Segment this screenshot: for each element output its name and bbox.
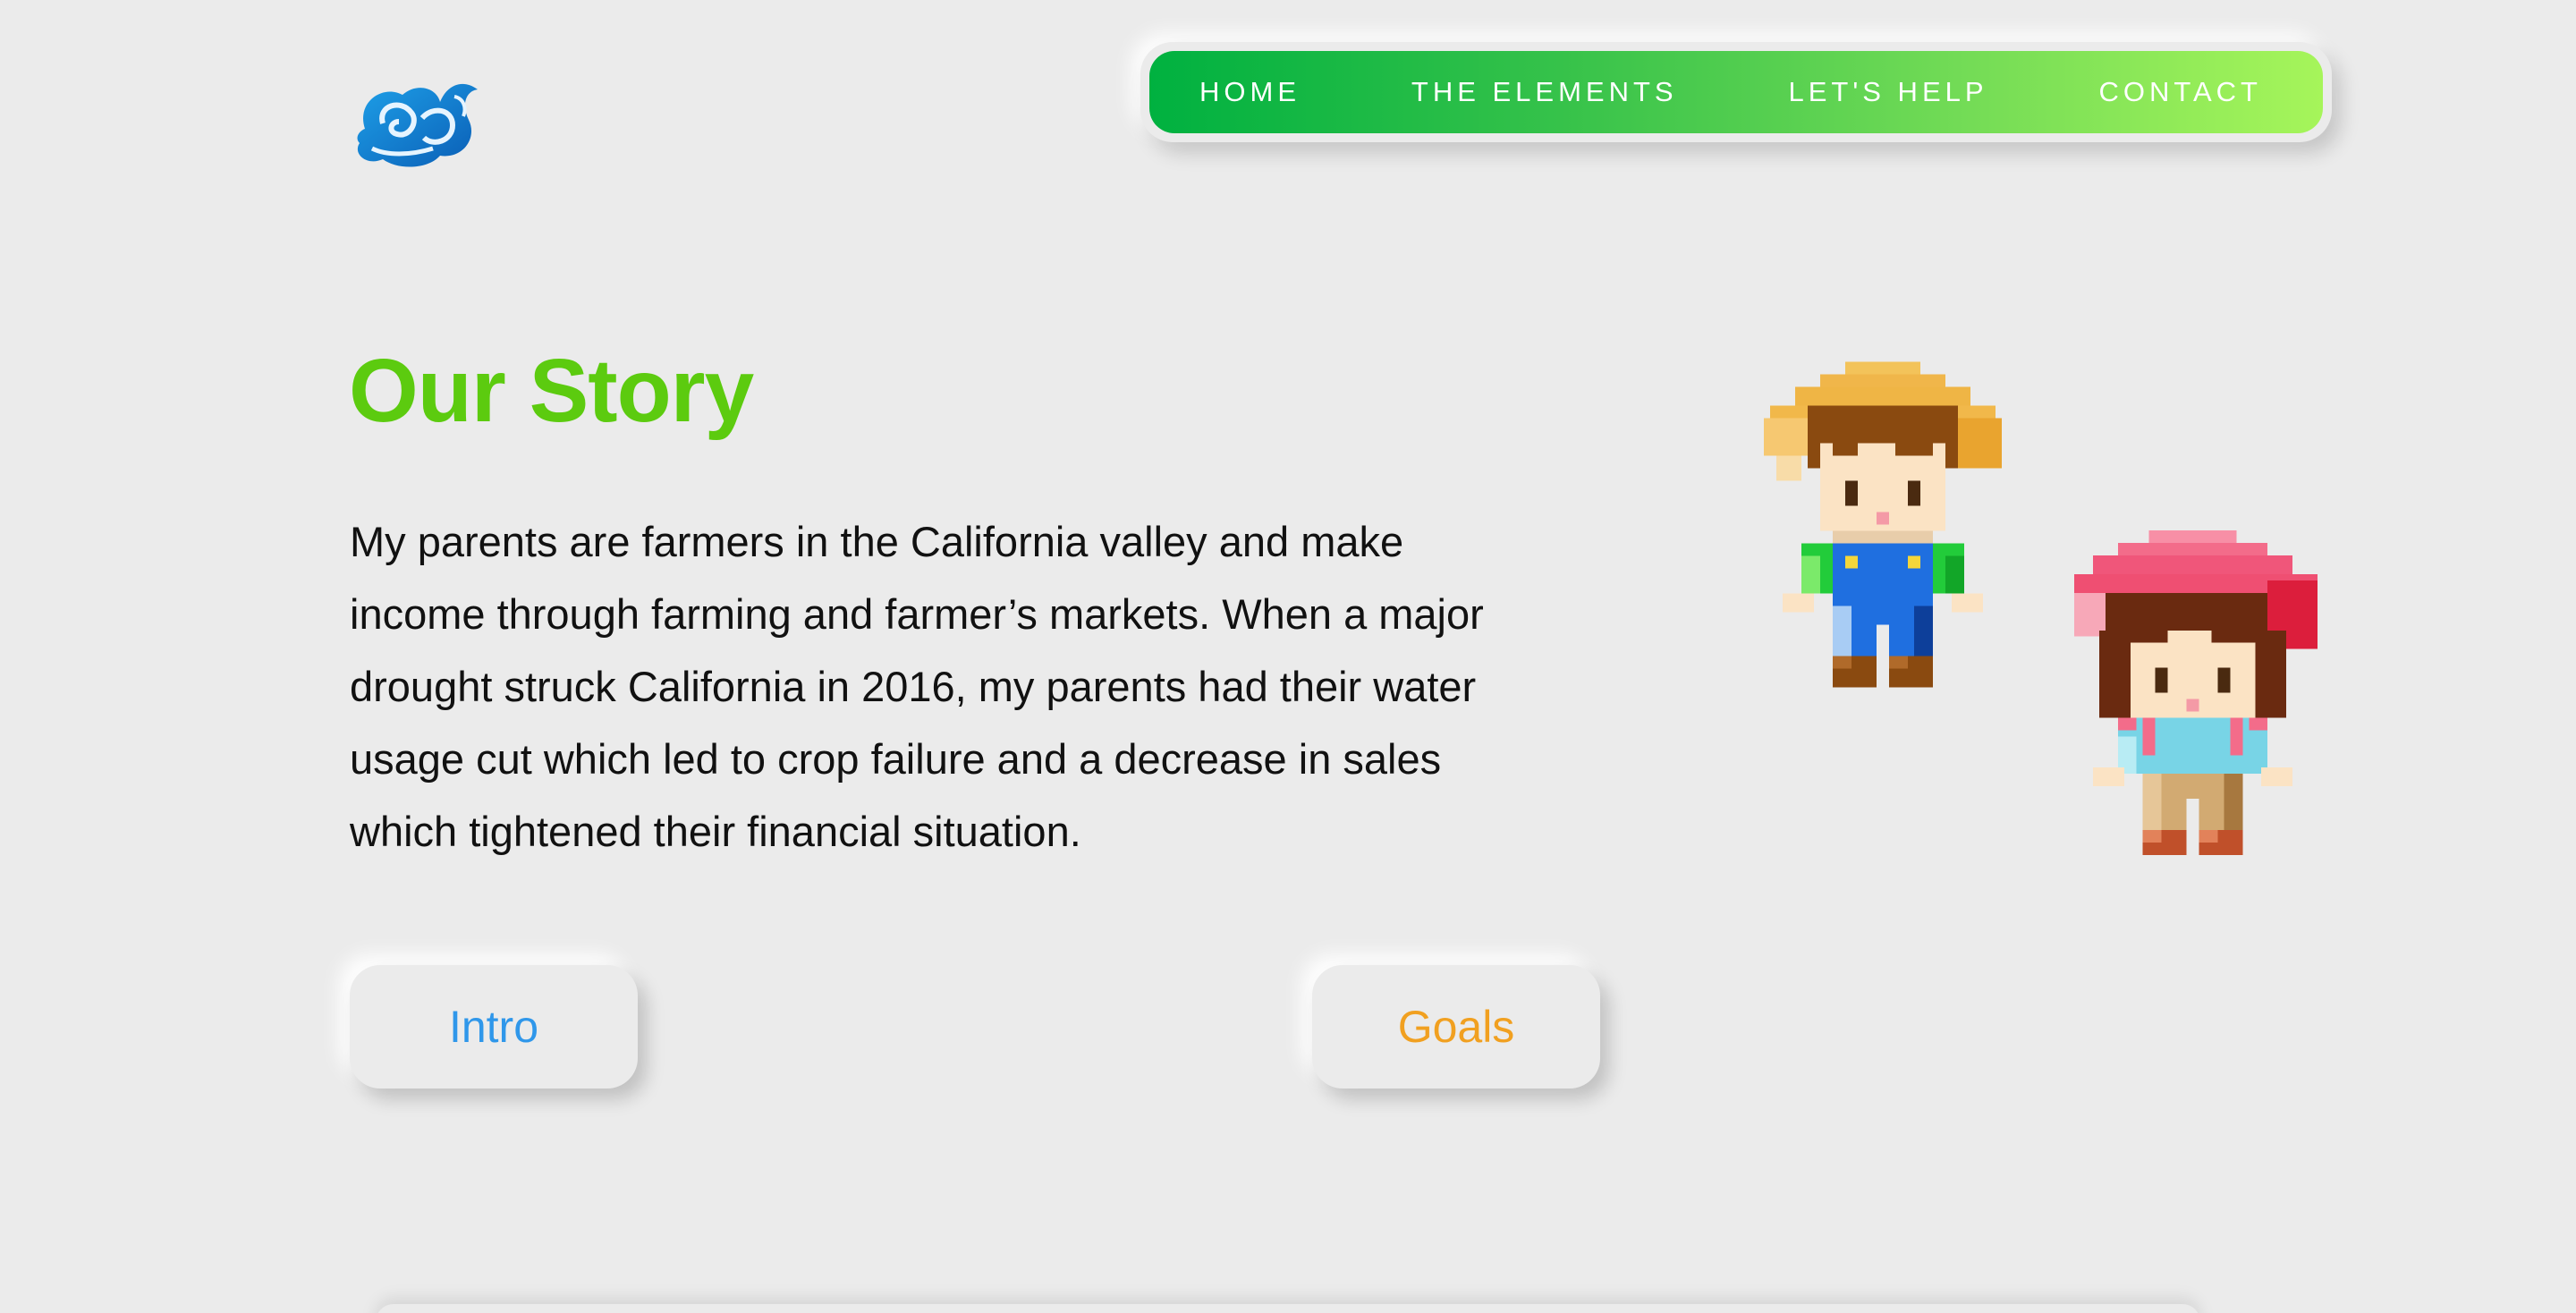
story-line: My parents are farmers in the California… [350,518,1404,565]
story-paragraph: My parents are farmers in the California… [350,505,1602,868]
story-line: income through farming and farmer’s mark… [350,590,1484,638]
main-nav: HOME THE ELEMENTS LET'S HELP CONTACT [1140,42,2332,142]
next-section-edge [376,1304,2200,1313]
story-line: usage cut which led to crop failure and … [350,735,1442,783]
pixel-farmer-boy-icon [1764,361,2002,688]
story-line: which tightened their financial situatio… [350,808,1081,855]
intro-button[interactable]: Intro [350,965,638,1089]
nav-item-home[interactable]: HOME [1199,76,1301,108]
nav-item-the-elements[interactable]: THE ELEMENTS [1411,76,1678,108]
water-swirl-logo-icon[interactable] [347,66,483,172]
nav-item-lets-help[interactable]: LET'S HELP [1789,76,1988,108]
page-title: Our Story [349,341,754,441]
nav-item-contact[interactable]: CONTACT [2098,76,2262,108]
nav-bar: HOME THE ELEMENTS LET'S HELP CONTACT [1149,51,2323,133]
goals-button[interactable]: Goals [1312,965,1600,1089]
story-line: drought struck California in 2016, my pa… [350,663,1477,710]
pixel-farmer-girl-icon [2074,530,2318,855]
page: HOME THE ELEMENTS LET'S HELP CONTACT Our… [0,0,2576,1313]
